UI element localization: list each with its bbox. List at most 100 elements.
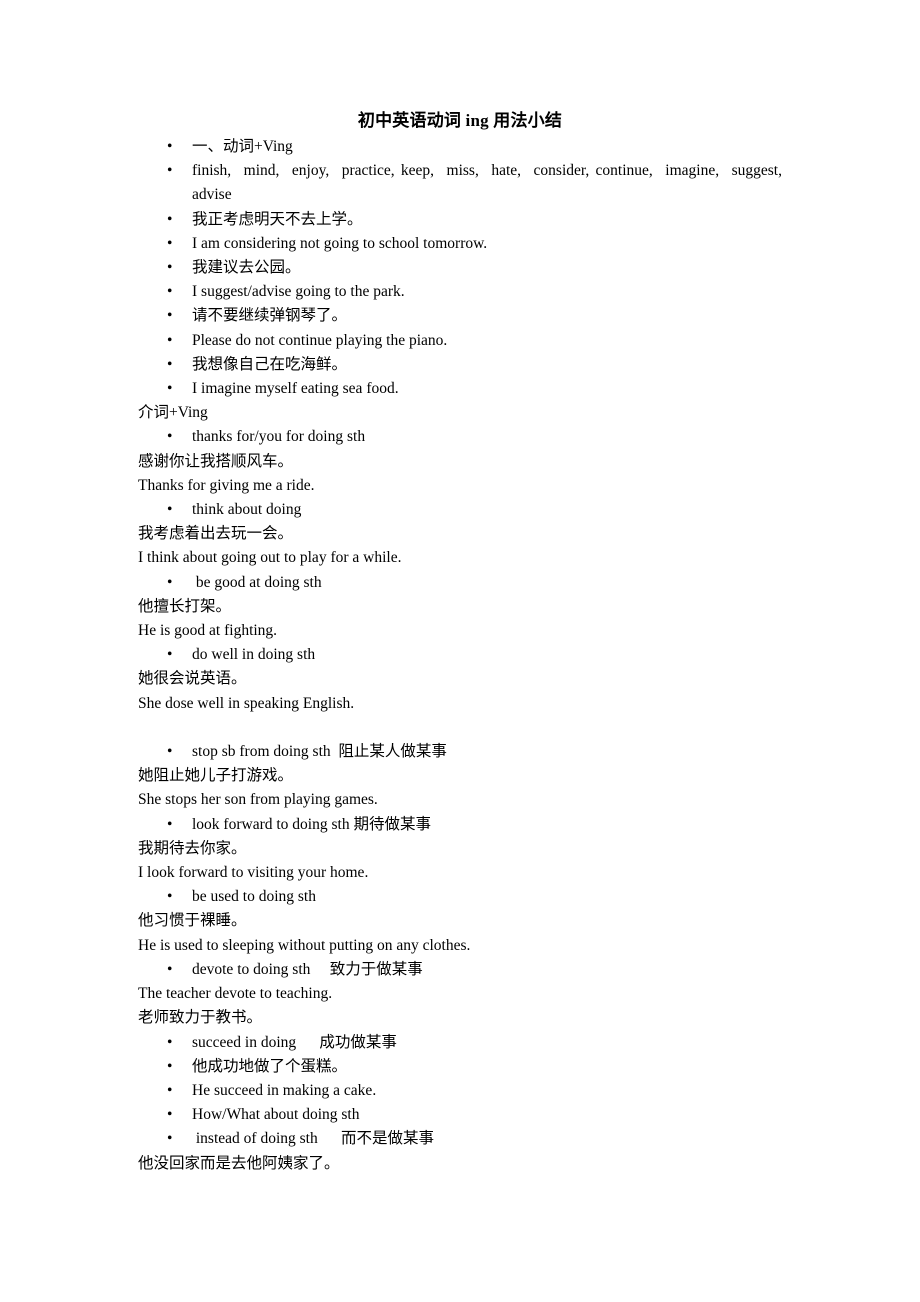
line-text: 请不要继续弹钢琴了。 [192,307,348,325]
document-line: 他擅长打架。 [138,595,782,619]
line-text: 介词+Ving [138,404,208,422]
bullet-icon: • [167,210,173,228]
bullet-icon: • [167,888,173,906]
document-line: He is used to sleeping without putting o… [138,934,782,958]
bullet-icon: • [167,283,173,301]
line-text: 他擅长打架。 [138,597,232,615]
document-line: I think about going out to play for a wh… [138,546,782,570]
document-line: 感谢你让我搭顺风车。 [138,450,782,474]
page-title: 初中英语动词 ing 用法小结 [357,111,563,130]
line-text: 我建议去公园。 [192,259,301,277]
line-text: 他成功地做了个蛋糕。 [192,1057,348,1075]
document-line: 她阻止她儿子打游戏。 [138,764,782,788]
document-line-list: • 一、动词+Ving • finish, mind, enjoy, practice… [138,135,782,1176]
bullet-icon: • [167,138,173,155]
document-line: 介词+Ving [138,401,782,425]
document-line: 我考虑着出去玩一会。 [138,522,782,546]
line-text: do well in doing sth [192,646,316,664]
line-text: 我期待去你家。 [138,839,247,857]
line-text: 老师致力于教书。 [138,1009,263,1027]
line-text: He is good at fighting. [138,622,278,640]
line-text: Thanks for giving me a ride. [138,476,315,494]
document-line: Thanks for giving me a ride. [138,474,782,498]
line-text: 我考虑着出去玩一会。 [138,525,294,543]
line-text: How/What about doing sth [192,1106,360,1124]
line-text: 感谢你让我搭顺风车。 [138,452,294,470]
document-line: I look forward to visiting your home. [138,861,782,885]
document-line: 老师致力于教书。 [138,1006,782,1030]
document-body: 初中英语动词 ing 用法小结 • 一、动词+Ving • finish, mind,… [138,108,782,1176]
line-text: 他习惯于裸睡。 [138,912,247,930]
document-line: • look forward to doing sth 期待做某事 [138,813,782,837]
line-text: 我正考虑明天不去上学。 [192,210,363,228]
document-line: • 我建议去公园。 [138,256,782,280]
line-text: She stops her son from playing games. [138,791,378,809]
document-line: • be used to doing sth [138,885,782,909]
document-line: • He succeed in making a cake. [138,1079,782,1103]
document-line: • I am considering not going to school to… [138,232,782,256]
document-line: • finish, mind, enjoy, practice, keep, mi… [138,159,782,207]
line-text: I look forward to visiting your home. [138,864,369,882]
line-text: The teacher devote to teaching. [138,985,333,1003]
line-text: He succeed in making a cake. [192,1081,377,1099]
line-text: be good at doing sth [192,573,322,591]
bullet-icon: • [167,1033,173,1051]
line-text: look forward to doing sth 期待做某事 [192,815,431,833]
line-text: finish, mind, enjoy, practice, keep, mis… [192,162,790,204]
line-text: I think about going out to play for a wh… [138,549,402,567]
document-line: • 他成功地做了个蛋糕。 [138,1055,782,1079]
document-line: 他没回家而是去他阿姨家了。 [138,1152,782,1176]
bullet-icon: • [167,355,173,373]
bullet-icon: • [167,428,173,446]
document-line: The teacher devote to teaching. [138,982,782,1006]
document-line: • instead of doing sth 而不是做某事 [138,1127,782,1151]
document-line: 我期待去你家。 [138,837,782,861]
line-text: succeed in doing 成功做某事 [192,1033,397,1051]
line-text: thanks for/you for doing sth [192,428,366,446]
line-text: She dose well in speaking English. [138,694,355,712]
bullet-icon: • [167,307,173,325]
document-line: • thanks for/you for doing sth [138,425,782,449]
line-text: instead of doing sth 而不是做某事 [192,1130,434,1148]
bullet-icon: • [167,234,173,252]
document-line: • Please do not continue playing the pian… [138,329,782,353]
document-line: • 一、动词+Ving [138,135,782,159]
line-text: be used to doing sth [192,888,316,906]
document-line: She dose well in speaking English. [138,692,782,716]
bullet-icon: • [167,1106,173,1124]
document-line: • How/What about doing sth [138,1103,782,1127]
document-page: 初中英语动词 ing 用法小结 • 一、动词+Ving • finish, mind,… [0,0,920,1302]
line-text: 一、动词+Ving [192,138,293,155]
document-line: • be good at doing sth [138,571,782,595]
line-text: I suggest/advise going to the park. [192,283,405,301]
bullet-icon: • [167,259,173,277]
document-line: • think about doing [138,498,782,522]
bullet-icon: • [167,1130,173,1148]
bullet-icon: • [167,1057,173,1075]
bullet-icon: • [167,743,173,761]
document-line: • succeed in doing 成功做某事 [138,1031,782,1055]
line-text: I am considering not going to school tom… [192,234,488,252]
document-line: • do well in doing sth [138,643,782,667]
line-text: 她阻止她儿子打游戏。 [138,767,294,785]
bullet-icon: • [167,815,173,833]
bullet-icon: • [167,573,173,591]
document-line: • devote to doing sth 致力于做某事 [138,958,782,982]
bullet-icon: • [167,960,173,978]
bullet-icon: • [167,331,173,349]
line-text: think about doing [192,501,302,519]
document-line: She stops her son from playing games. [138,788,782,812]
document-line: • stop sb from doing sth 阻止某人做某事 [138,740,782,764]
line-text: He is used to sleeping without putting o… [138,936,471,954]
line-text: 我想像自己在吃海鲜。 [192,355,348,373]
document-line: He is good at fighting. [138,619,782,643]
document-line: • I suggest/advise going to the park. [138,280,782,304]
bullet-icon: • [167,162,173,180]
document-line: • 我正考虑明天不去上学。 [138,208,782,232]
line-text: 她很会说英语。 [138,670,247,688]
bullet-icon: • [167,501,173,519]
bullet-icon: • [167,380,173,398]
line-text: I imagine myself eating sea food. [192,380,399,398]
document-line: 她很会说英语。 [138,667,782,691]
